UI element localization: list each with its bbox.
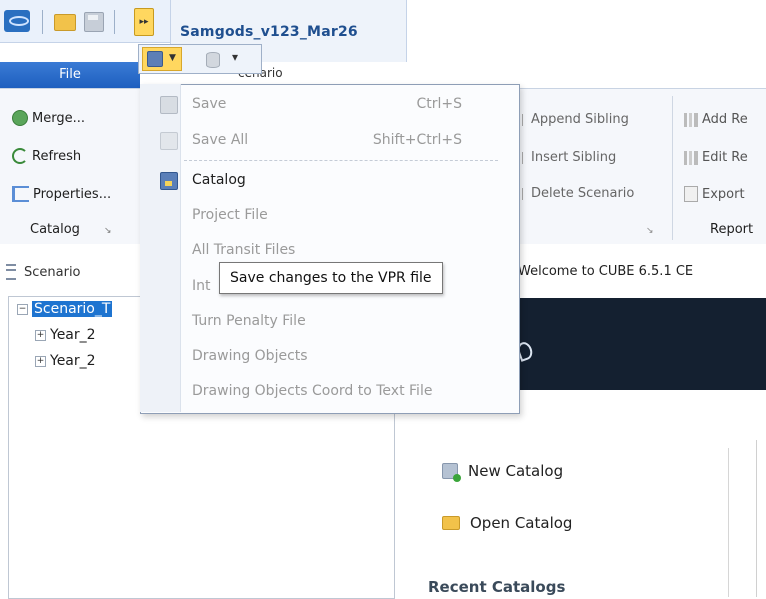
tree-node-label: Year_2 [50, 353, 96, 369]
insert-sibling-button[interactable]: Insert Sibling [522, 150, 616, 165]
save-icon [160, 96, 178, 114]
add-report-label: Add Re [702, 112, 748, 127]
ribbon-divider [672, 96, 673, 240]
save-disk-icon[interactable] [84, 12, 104, 32]
qat-overflow-button[interactable]: ▸▸ [134, 8, 154, 36]
append-sibling-label: Append Sibling [531, 112, 629, 127]
menu-separator [184, 160, 498, 161]
expand-icon[interactable]: + [35, 355, 46, 367]
welcome-content [400, 390, 766, 597]
tree-node-label: Year_2 [50, 327, 96, 343]
tree-node-label: Scenario_T [32, 301, 113, 317]
export-icon [684, 186, 698, 202]
scenario-panel-title: Scenario [24, 264, 81, 280]
scenario-list-icon [6, 264, 16, 280]
edit-chart-icon [684, 150, 698, 165]
menu-item-label: Save All [192, 132, 249, 148]
window-title: Samgods_v123_Mar26 [180, 24, 358, 40]
menu-item-shortcut: Ctrl+S [416, 96, 462, 112]
insert-sibling-label: Insert Sibling [531, 150, 617, 165]
welcome-tab[interactable]: Welcome to CUBE 6.5.1 CE [518, 264, 693, 279]
menu-item-drawing-objects-coord[interactable]: Drawing Objects Coord to Text File [192, 383, 432, 399]
dialog-launcher-icon[interactable]: ↘ [646, 226, 654, 236]
database-icon[interactable] [206, 52, 220, 68]
save-all-icon [147, 51, 163, 67]
export-report-label: Export [702, 186, 745, 202]
recent-catalogs-heading: Recent Catalogs [428, 578, 566, 596]
save-split-button[interactable]: ▼ [142, 47, 182, 71]
menu-item-shortcut: Shift+Ctrl+S [372, 132, 462, 148]
refresh-label: Refresh [32, 148, 82, 164]
open-folder-icon [442, 516, 460, 530]
merge-icon [12, 110, 28, 126]
list-icon [522, 113, 527, 126]
list-icon [522, 151, 527, 164]
menu-item-label: Save [192, 96, 227, 112]
menu-item-int[interactable]: Int [192, 278, 211, 294]
edit-report-button[interactable]: Edit Re [684, 150, 748, 165]
customize-qat-icon[interactable]: ▾ [232, 50, 238, 64]
menu-item-catalog[interactable]: Catalog [192, 172, 246, 188]
collapse-icon[interactable]: − [17, 303, 28, 315]
app-logo-icon[interactable] [4, 10, 30, 32]
menu-item-save-all[interactable]: Save All Shift+Ctrl+S [192, 132, 474, 148]
tree-node-child[interactable]: + Year_2 [35, 327, 96, 343]
edit-report-label: Edit Re [702, 150, 748, 165]
delete-scenario-button[interactable]: Delete Scenario [522, 186, 634, 201]
open-folder-icon[interactable] [54, 14, 76, 31]
recent-list-box [728, 448, 766, 597]
menu-item-save[interactable]: Save Ctrl+S [192, 96, 474, 112]
menu-item-all-transit-files[interactable]: All Transit Files [192, 242, 295, 258]
tree-node-child[interactable]: + Year_2 [35, 353, 96, 369]
quick-access-toolbar: ▸▸ [0, 0, 170, 43]
menu-item-project-file[interactable]: Project File [192, 207, 268, 223]
properties-button[interactable]: Properties... [12, 186, 111, 202]
qat-divider [114, 10, 115, 34]
export-report-button[interactable]: Export [684, 186, 745, 202]
menu-item-turn-penalty-file[interactable]: Turn Penalty File [192, 313, 306, 329]
file-tab[interactable]: File [0, 62, 140, 88]
refresh-button[interactable]: Refresh [12, 148, 81, 164]
menu-item-drawing-objects[interactable]: Drawing Objects [192, 348, 308, 364]
merge-label: Merge... [32, 110, 85, 126]
properties-icon [12, 186, 29, 202]
tree-node-root[interactable]: − Scenario_T [17, 301, 113, 317]
open-catalog-label: Open Catalog [470, 514, 573, 532]
save-all-icon [160, 132, 178, 150]
new-catalog-icon [442, 463, 461, 482]
dialog-launcher-icon[interactable]: ↘ [104, 226, 112, 236]
merge-button[interactable]: Merge... [12, 110, 85, 126]
list-icon [522, 187, 527, 200]
catalog-save-icon [160, 172, 178, 190]
report-group-label: Report [710, 222, 754, 237]
new-catalog-label: New Catalog [468, 462, 564, 480]
bar-chart-icon [684, 112, 698, 127]
qat-divider [42, 10, 43, 34]
open-catalog-link[interactable]: Open Catalog [442, 514, 572, 532]
append-sibling-button[interactable]: Append Sibling [522, 112, 629, 127]
expand-icon[interactable]: + [35, 329, 46, 341]
scenario-panel-header: Scenario [6, 264, 81, 280]
tooltip: Save changes to the VPR file [219, 262, 443, 294]
new-catalog-link[interactable]: New Catalog [442, 462, 564, 482]
refresh-icon [12, 148, 28, 164]
catalog-group-label: Catalog [30, 222, 80, 237]
properties-label: Properties... [33, 186, 112, 202]
delete-scenario-label: Delete Scenario [531, 186, 635, 201]
add-report-button[interactable]: Add Re [684, 112, 748, 127]
dropdown-arrow-icon: ▼ [169, 53, 176, 63]
